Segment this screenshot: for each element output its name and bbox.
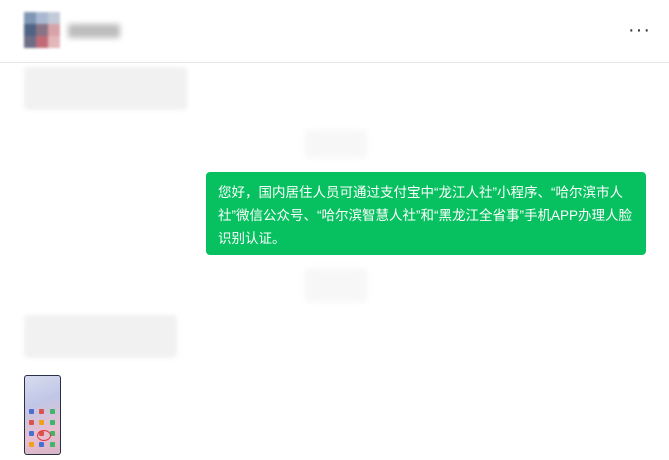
received-message-redacted	[24, 315, 177, 358]
timestamp-redacted	[305, 268, 367, 302]
contact-avatar[interactable]	[24, 12, 60, 48]
sent-message-text: 您好，国内居住人员可通过支付宝中“龙江人社”小程序、“哈尔滨市人社”微信公众号、…	[218, 185, 632, 246]
image-message-thumbnail[interactable]	[24, 375, 61, 455]
sent-message-bubble[interactable]: 您好，国内居住人员可通过支付宝中“龙江人社”小程序、“哈尔滨市人社”微信公众号、…	[206, 172, 646, 255]
chat-header: ···	[0, 0, 669, 63]
received-message-redacted	[24, 67, 187, 110]
timestamp-redacted	[305, 130, 367, 158]
highlight-circle	[37, 430, 51, 441]
more-options-icon[interactable]: ···	[628, 20, 651, 40]
contact-name-redacted	[68, 24, 120, 38]
app-icons-grid	[29, 409, 56, 449]
